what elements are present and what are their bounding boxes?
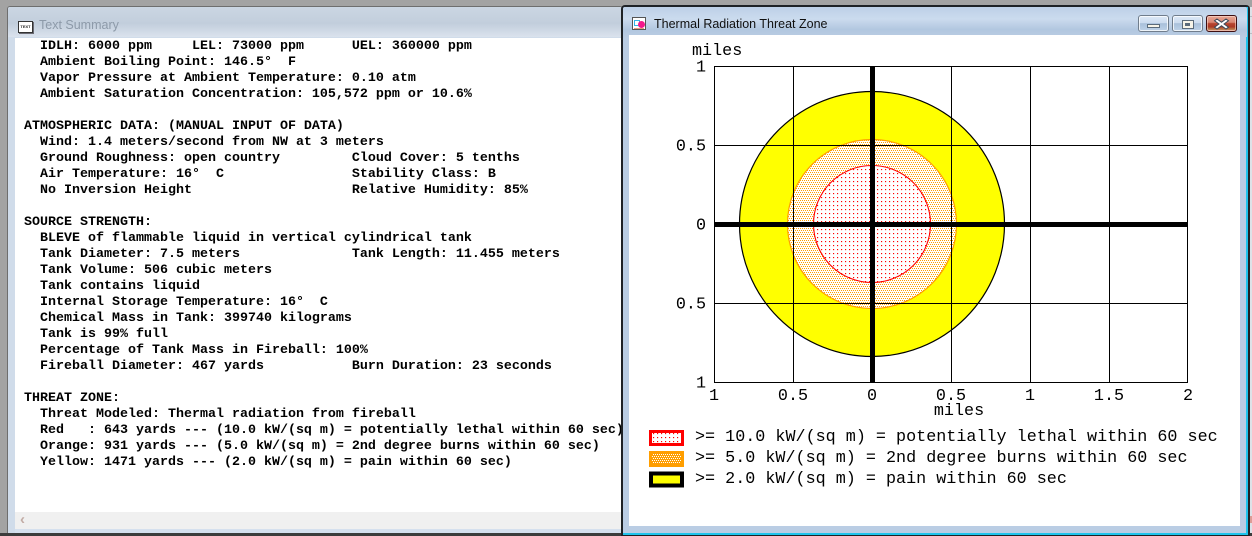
svg-text:1: 1 xyxy=(709,387,719,406)
svg-text:1: 1 xyxy=(696,375,706,394)
svg-text:miles: miles xyxy=(934,402,984,421)
svg-text:>= 2.0 kW/(sq m) = pain within: >= 2.0 kW/(sq m) = pain within 60 sec xyxy=(695,470,1067,489)
svg-text:0: 0 xyxy=(696,217,706,236)
svg-text:1: 1 xyxy=(696,59,706,78)
svg-text:1: 1 xyxy=(1025,387,1035,406)
svg-text:0.5: 0.5 xyxy=(676,138,706,157)
svg-text:1.5: 1.5 xyxy=(1094,387,1124,406)
svg-text:2: 2 xyxy=(1183,387,1193,406)
svg-text:>= 5.0 kW/(sq m) = 2nd degree: >= 5.0 kW/(sq m) = 2nd degree burns with… xyxy=(695,449,1188,468)
svg-text:0.5: 0.5 xyxy=(778,387,808,406)
svg-text:>= 10.0 kW/(sq m) = potentiall: >= 10.0 kW/(sq m) = potentially lethal w… xyxy=(695,428,1218,447)
svg-text:0: 0 xyxy=(867,387,877,406)
svg-text:0.5: 0.5 xyxy=(676,296,706,315)
